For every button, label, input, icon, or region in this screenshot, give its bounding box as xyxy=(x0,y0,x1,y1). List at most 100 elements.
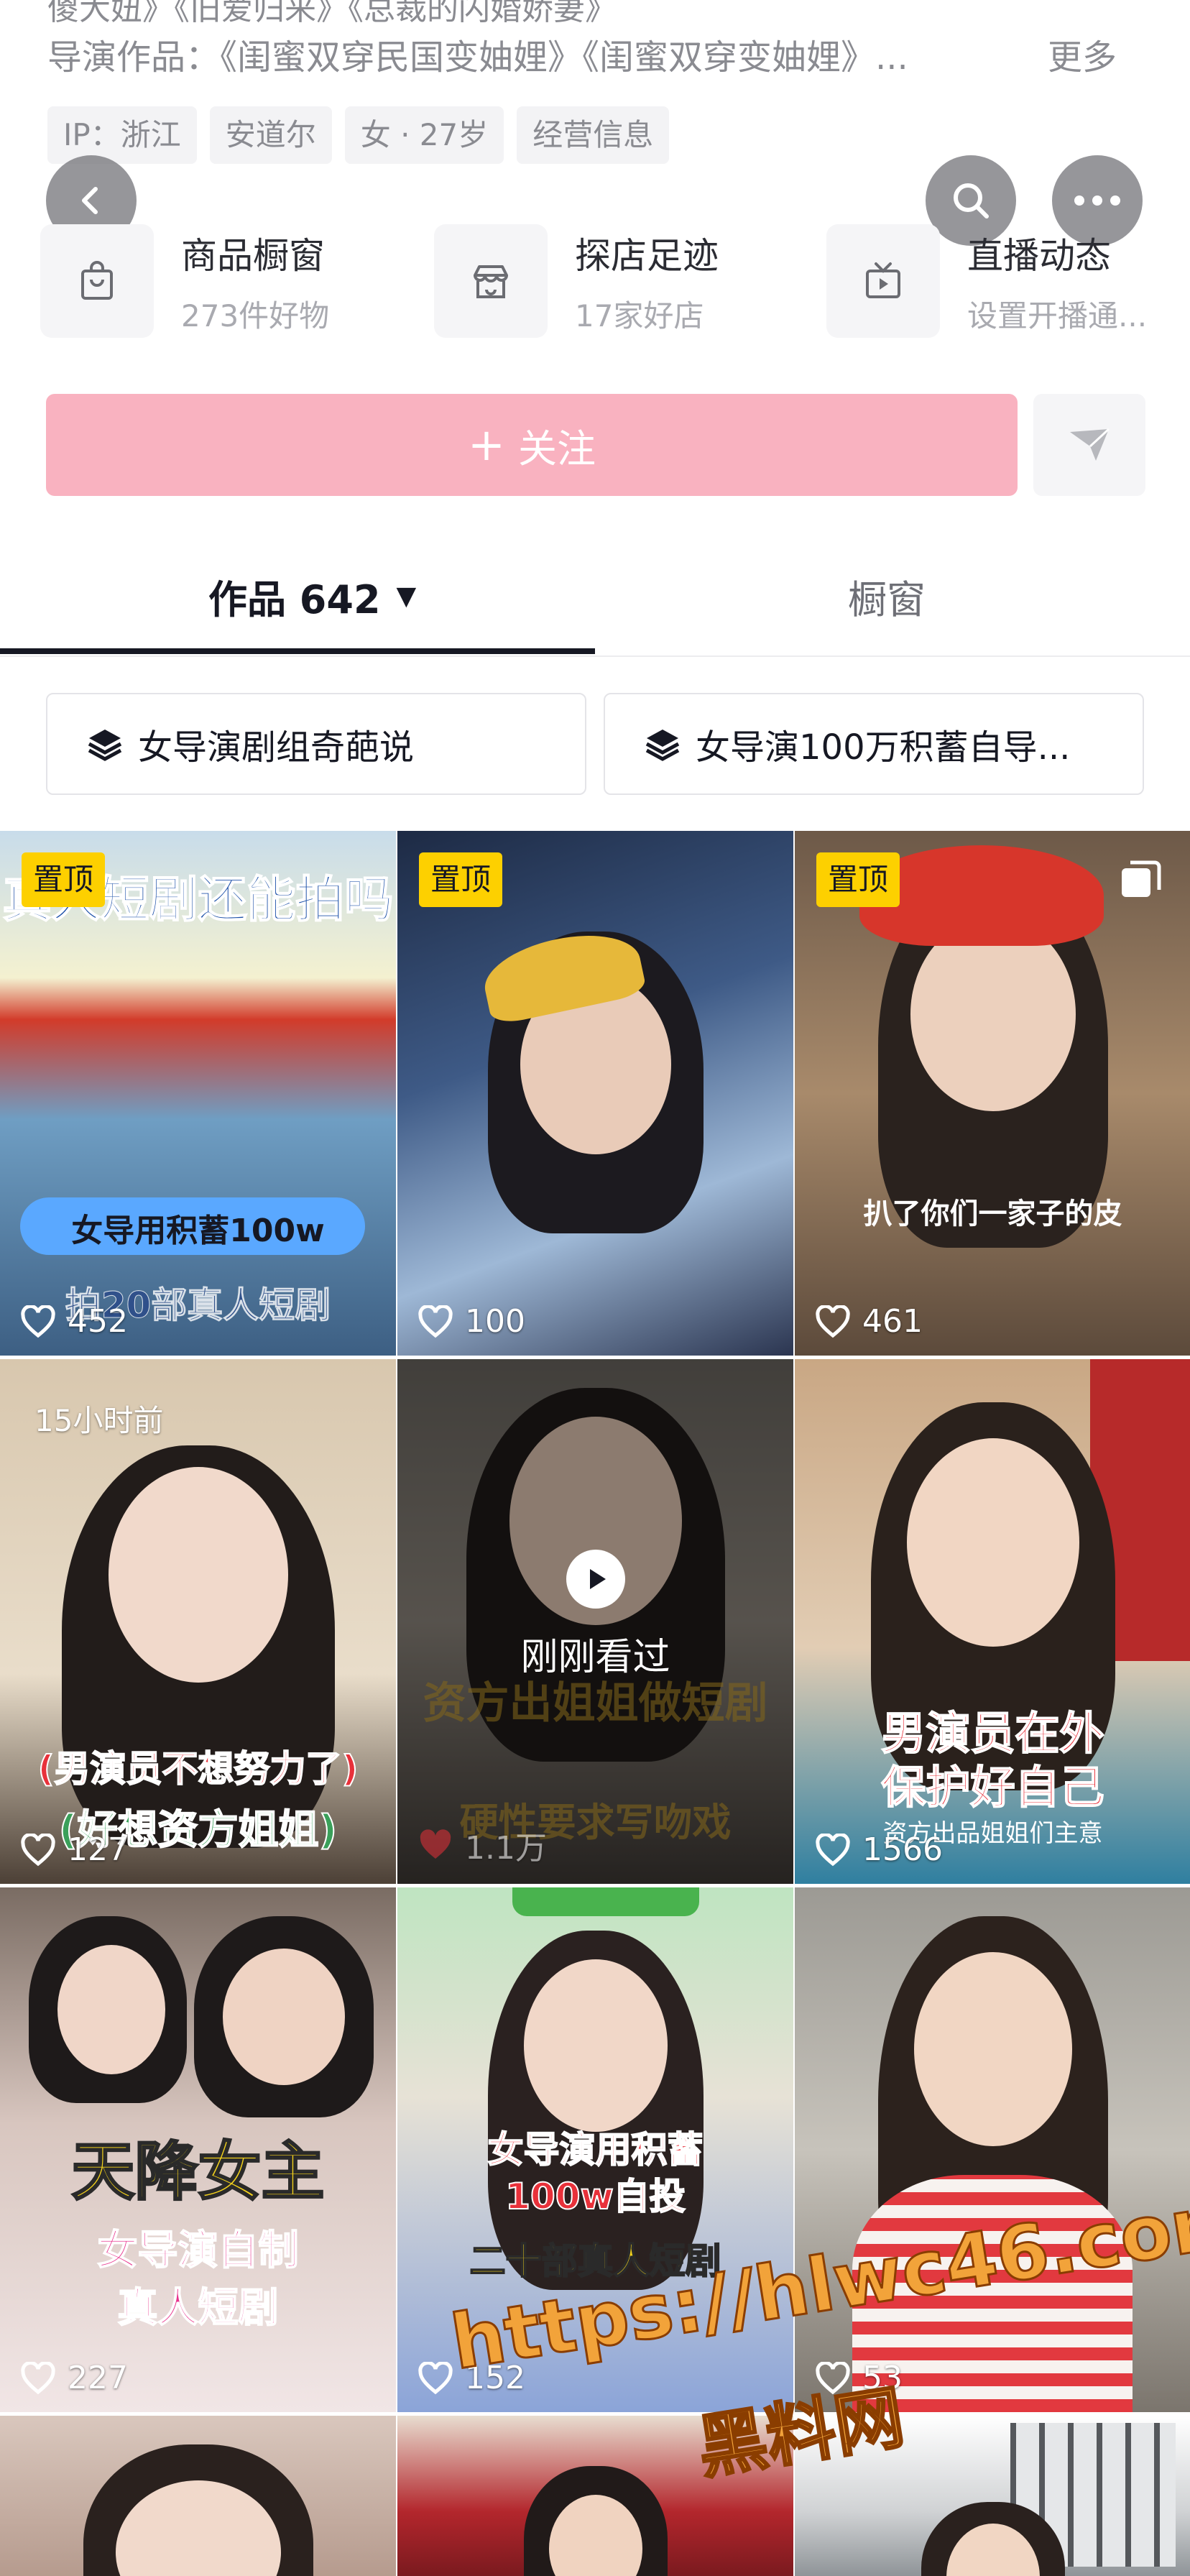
video-caption: 女导演用积蓄 xyxy=(487,2128,704,2171)
tv-icon xyxy=(826,224,940,338)
shortcut-subtitle: 273件好物 xyxy=(181,298,330,334)
like-count: 100 xyxy=(418,1303,525,1340)
like-count-value: 1566 xyxy=(862,1831,943,1868)
post-time: 15小时前 xyxy=(34,1403,164,1438)
person-face xyxy=(57,1945,165,2074)
video-thumbnail[interactable] xyxy=(0,2416,396,2576)
like-count-value: 452 xyxy=(68,1303,128,1340)
layers-icon xyxy=(645,730,680,761)
shortcut-store-visits[interactable]: 探店足迹 17家好店 xyxy=(434,220,719,342)
heart-icon xyxy=(420,1829,451,1859)
tag-business-info[interactable]: 经营信息 xyxy=(517,106,670,164)
video-thumbnail[interactable]: 扒了你们一家子的皮 置顶 461 xyxy=(795,831,1190,1356)
director-works-line[interactable]: 导演作品：《闺蜜双穿民国变妯娌》《闺蜜双穿变妯娌》... 更多 xyxy=(47,29,1117,79)
heart-icon xyxy=(21,2361,55,2394)
dropdown-arrow-icon: ▼ xyxy=(396,581,417,611)
image-set-icon xyxy=(1122,860,1161,897)
like-count-value: 100 xyxy=(465,1303,525,1340)
video-thumbnail[interactable]: (男演员不想努力了) (好想资方姐姐) 15小时前 127 xyxy=(0,1359,396,1884)
more-link[interactable]: 更多 xyxy=(1048,29,1117,79)
like-count-value: 127 xyxy=(68,1831,128,1868)
shortcut-subtitle: 17家好店 xyxy=(575,298,704,334)
shortcut-title: 商品橱窗 xyxy=(181,234,325,277)
like-count-value: 461 xyxy=(862,1303,923,1340)
plus-icon: + xyxy=(468,418,505,471)
recently-watched-label: 刚刚看过 xyxy=(520,1636,670,1679)
profile-tags: IP：浙江 安道尔 女 · 27岁 经营信息 xyxy=(47,106,670,164)
video-thumbnail[interactable]: 天降女主 女导演自制 真人短剧 227 xyxy=(0,1887,396,2412)
shortcut-live-updates[interactable]: 直播动态 设置开播通... xyxy=(826,220,1147,342)
heart-icon xyxy=(21,1305,55,1338)
active-tab-indicator xyxy=(0,648,595,654)
video-thumbnail[interactable]: 资方出姐姐做短剧 硬性要求写吻戏 刚刚看过 1.1万 xyxy=(397,1359,793,1884)
like-count: 227 xyxy=(20,2360,128,2396)
collection-title: 女导演100万积蓄自导... xyxy=(696,727,1071,768)
heart-icon xyxy=(21,1833,55,1866)
store-icon xyxy=(434,224,548,338)
video-thumbnail[interactable]: 男演员在外 保护好自己 资方出品姐姐们主意 1566 xyxy=(795,1359,1190,1884)
director-works-text: 导演作品：《闺蜜双穿民国变妯娌》《闺蜜双穿变妯娌》... xyxy=(47,37,908,78)
collection-title: 女导演剧组奇葩说 xyxy=(138,727,415,768)
video-thumbnail[interactable]: 53 xyxy=(795,1887,1190,2412)
tab-shop-window[interactable]: 橱窗 xyxy=(848,568,926,625)
watched-overlay xyxy=(397,1359,793,1884)
person-face xyxy=(108,1467,288,1683)
pinned-badge: 置顶 xyxy=(419,852,503,907)
collection-card[interactable]: 女导演剧组奇葩说 xyxy=(46,693,586,795)
person-face xyxy=(913,1952,1072,2146)
video-thumbnail[interactable]: 置顶 100 xyxy=(397,831,793,1356)
video-caption: 女导用积蓄100w xyxy=(71,1213,325,1249)
pinned-badge: 置顶 xyxy=(816,852,900,907)
bag-icon xyxy=(40,224,154,338)
like-count: 452 xyxy=(20,1303,128,1340)
tag-location: 安道尔 xyxy=(209,106,332,164)
like-count: 1.1万 xyxy=(418,1822,547,1868)
follow-button[interactable]: + 关注 xyxy=(46,394,1018,496)
play-button[interactable] xyxy=(566,1550,625,1609)
person-face xyxy=(910,917,1076,1111)
shortcut-title: 探店足迹 xyxy=(575,234,719,277)
heart-icon xyxy=(816,1833,850,1866)
shortcut-row: 商品橱窗 273件好物 探店足迹 17家好店 直播动态 设置开播通... xyxy=(40,220,1190,342)
tab-shop-label: 橱窗 xyxy=(848,577,926,622)
top-decoration xyxy=(512,1887,699,1916)
like-count: 1566 xyxy=(815,1831,943,1868)
like-count: 461 xyxy=(815,1303,923,1340)
chevron-left-icon xyxy=(82,187,98,214)
play-icon xyxy=(590,1569,606,1589)
video-caption: 真人短剧 xyxy=(117,2284,280,2332)
collection-card[interactable]: 女导演100万积蓄自导... xyxy=(604,693,1144,795)
video-caption: 扒了你们一家子的皮 xyxy=(863,1197,1122,1230)
shortcut-subtitle: 设置开播通... xyxy=(967,298,1148,334)
video-caption: 女导演自制 xyxy=(97,2227,300,2275)
heart-icon xyxy=(418,2361,453,2394)
tab-divider xyxy=(0,656,1190,657)
person-face xyxy=(223,1949,345,2085)
heart-icon xyxy=(418,1305,453,1338)
video-caption: 天降女主 xyxy=(70,2134,326,2210)
shortcut-title: 直播动态 xyxy=(967,234,1111,277)
tab-works-label: 作品 642 xyxy=(208,577,381,622)
tag-gender-age: 女 · 27岁 xyxy=(344,106,504,164)
tab-works[interactable]: 作品 642 ▼ xyxy=(208,568,416,625)
person-face xyxy=(523,1959,668,2132)
works-list-line: 傻大妞》《旧爱归来》《总裁的闪婚娇妻》 xyxy=(47,0,617,27)
tag-ip: IP：浙江 xyxy=(47,106,197,164)
like-count: 127 xyxy=(20,1831,128,1868)
video-caption: (男演员不想努力了) xyxy=(37,1747,359,1790)
video-caption: 100w自投 xyxy=(504,2175,686,2218)
video-caption: 保护好自己 xyxy=(880,1760,1104,1814)
heart-icon xyxy=(816,1305,850,1338)
search-icon xyxy=(954,183,989,218)
like-count-value: 1.1万 xyxy=(465,1830,547,1867)
follow-label: 关注 xyxy=(517,426,596,472)
layers-icon xyxy=(88,730,122,761)
video-thumbnail[interactable]: 真人短剧还能拍吗 女导用积蓄100w 拍20部真人短剧 置顶 452 xyxy=(0,831,396,1356)
pinned-badge: 置顶 xyxy=(22,852,106,907)
person-face xyxy=(906,1438,1079,1647)
send-icon xyxy=(1070,428,1110,461)
shortcut-product-window[interactable]: 商品橱窗 273件好物 xyxy=(40,220,329,342)
like-count-value: 227 xyxy=(68,2360,128,2396)
more-dots-icon xyxy=(1074,196,1120,206)
send-message-button[interactable] xyxy=(1033,394,1145,496)
